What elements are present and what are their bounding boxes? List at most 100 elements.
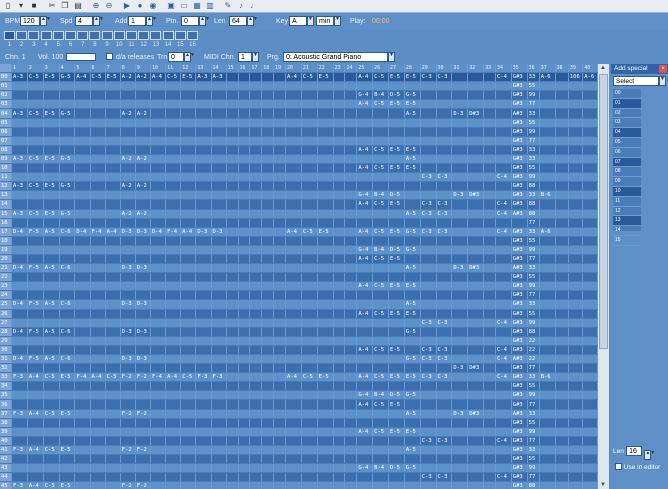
- note-cell[interactable]: [105, 281, 121, 292]
- note-cell[interactable]: [90, 272, 106, 283]
- note-cell[interactable]: [285, 409, 302, 419]
- note-cell[interactable]: G#3: [511, 299, 528, 310]
- midi-dropdown-arrow[interactable]: ▼: [252, 52, 259, 62]
- note-cell[interactable]: [568, 236, 584, 246]
- note-cell[interactable]: [238, 399, 251, 410]
- note-cell[interactable]: [249, 354, 263, 365]
- note-cell[interactable]: C-6: [59, 354, 76, 365]
- note-cell[interactable]: [333, 236, 346, 246]
- note-cell[interactable]: [120, 199, 136, 210]
- note-cell[interactable]: [180, 163, 197, 174]
- note-cell[interactable]: [404, 336, 421, 346]
- note-cell[interactable]: [285, 481, 302, 489]
- note-cell[interactable]: [344, 181, 358, 192]
- note-cell[interactable]: [555, 418, 569, 428]
- note-cell[interactable]: [344, 481, 358, 489]
- note-cell[interactable]: [568, 81, 584, 92]
- note-cell[interactable]: A-2: [120, 181, 136, 192]
- note-cell[interactable]: G-5: [404, 327, 421, 337]
- note-cell[interactable]: [195, 463, 212, 474]
- note-cell[interactable]: [150, 299, 167, 310]
- note-cell[interactable]: D-4: [150, 227, 167, 237]
- note-cell[interactable]: [195, 354, 212, 365]
- note-cell[interactable]: [483, 463, 496, 474]
- note-cell[interactable]: A-4: [356, 372, 374, 383]
- note-cell[interactable]: [436, 108, 453, 119]
- track-button[interactable]: [77, 31, 89, 40]
- note-cell[interactable]: [273, 390, 287, 401]
- note-cell[interactable]: [150, 390, 167, 401]
- note-cell[interactable]: [27, 399, 44, 410]
- note-cell[interactable]: [90, 354, 106, 365]
- note-cell[interactable]: G#3: [511, 81, 528, 92]
- note-cell[interactable]: [467, 354, 485, 365]
- track-button[interactable]: [126, 31, 137, 40]
- note-cell[interactable]: [211, 481, 227, 489]
- note-cell[interactable]: [582, 445, 598, 456]
- note-cell[interactable]: [135, 172, 152, 183]
- note-cell[interactable]: G#3: [511, 254, 528, 265]
- note-cell[interactable]: [27, 336, 44, 346]
- note-cell[interactable]: [43, 363, 60, 374]
- note-cell[interactable]: [226, 381, 239, 392]
- note-cell[interactable]: F-2: [135, 409, 152, 419]
- note-cell[interactable]: [135, 163, 152, 174]
- note-cell[interactable]: 99: [527, 172, 540, 183]
- note-cell[interactable]: [420, 81, 437, 92]
- note-cell[interactable]: E-5: [317, 372, 334, 383]
- note-cell[interactable]: [105, 254, 121, 265]
- note-cell[interactable]: G-5: [404, 354, 421, 365]
- note-cell[interactable]: [317, 472, 334, 483]
- note-cell[interactable]: C-4: [495, 372, 512, 383]
- note-cell[interactable]: F-3: [11, 445, 28, 456]
- note-cell[interactable]: [105, 99, 121, 110]
- note-cell[interactable]: [483, 227, 496, 237]
- note-cell[interactable]: [344, 108, 358, 119]
- note-cell[interactable]: G#3: [511, 190, 528, 201]
- note-cell[interactable]: [11, 199, 28, 210]
- note-cell[interactable]: [135, 218, 152, 228]
- note-cell[interactable]: [356, 436, 374, 446]
- note-cell[interactable]: [135, 199, 152, 210]
- note-cell[interactable]: [436, 309, 453, 319]
- note-cell[interactable]: [356, 218, 374, 228]
- note-cell[interactable]: A#3: [511, 108, 528, 119]
- note-cell[interactable]: [249, 136, 263, 146]
- note-cell[interactable]: [356, 136, 374, 146]
- note-cell[interactable]: [90, 218, 106, 228]
- note-cell[interactable]: [226, 254, 239, 265]
- note-cell[interactable]: 55: [527, 418, 540, 428]
- note-cell[interactable]: [301, 108, 318, 119]
- note-cell[interactable]: [301, 345, 318, 356]
- note-cell[interactable]: [285, 99, 302, 110]
- note-cell[interactable]: D-4: [11, 227, 28, 237]
- note-cell[interactable]: [211, 145, 227, 155]
- note-cell[interactable]: [483, 81, 496, 92]
- note-cell[interactable]: [27, 236, 44, 246]
- note-cell[interactable]: D#3: [467, 108, 485, 119]
- note-cell[interactable]: [285, 136, 302, 146]
- note-cell[interactable]: [261, 227, 275, 237]
- note-cell[interactable]: A-5: [43, 299, 60, 310]
- note-cell[interactable]: [483, 336, 496, 346]
- note-cell[interactable]: 22: [527, 336, 540, 346]
- note-cell[interactable]: B-4: [372, 245, 390, 255]
- note-cell[interactable]: [211, 108, 227, 119]
- note-cell[interactable]: [483, 481, 496, 489]
- note-cell[interactable]: [317, 245, 334, 255]
- note-cell[interactable]: [436, 90, 453, 101]
- note-cell[interactable]: [388, 363, 405, 374]
- note-cell[interactable]: [568, 309, 584, 319]
- note-cell[interactable]: [105, 345, 121, 356]
- note-cell[interactable]: [120, 290, 136, 301]
- note-cell[interactable]: [555, 81, 569, 92]
- note-cell[interactable]: [165, 472, 182, 483]
- note-cell[interactable]: [211, 163, 227, 174]
- note-cell[interactable]: 88: [527, 209, 540, 219]
- note-cell[interactable]: [483, 118, 496, 128]
- note-cell[interactable]: [238, 418, 251, 428]
- note-cell[interactable]: [74, 463, 91, 474]
- note-cell[interactable]: [273, 99, 287, 110]
- note-cell[interactable]: [273, 145, 287, 155]
- note-cell[interactable]: [150, 145, 167, 155]
